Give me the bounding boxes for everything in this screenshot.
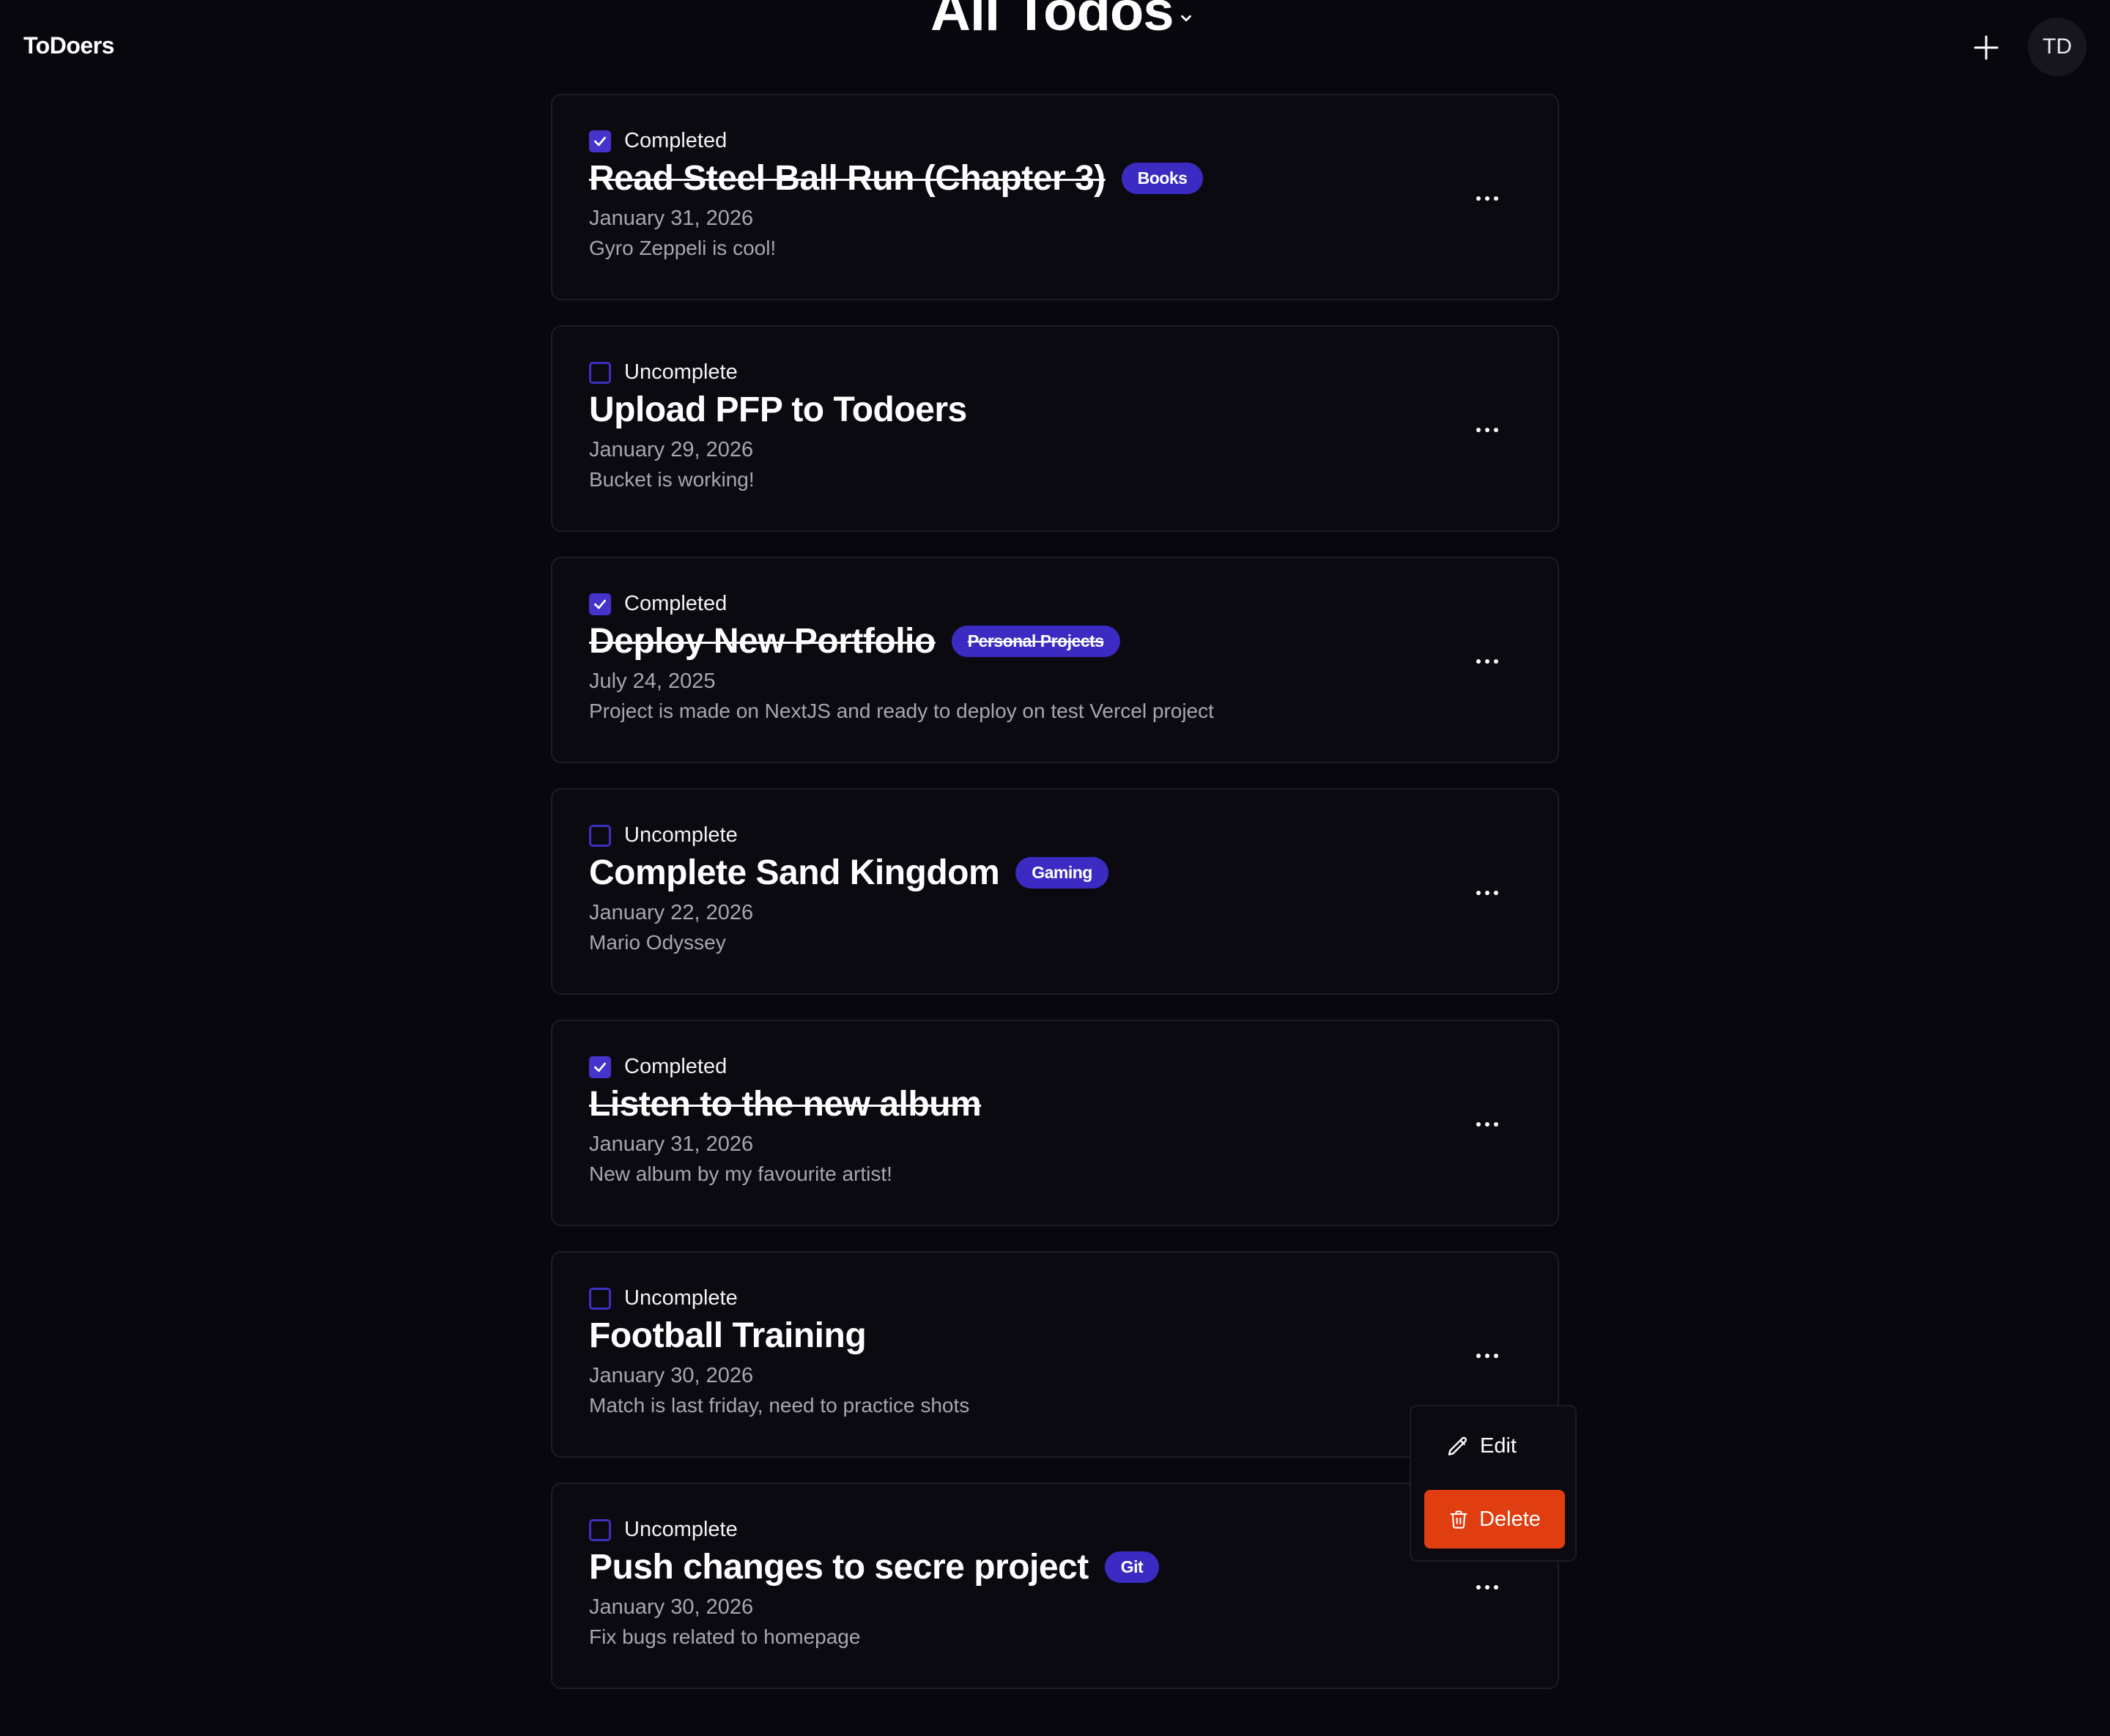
todo-status-label: Completed (624, 1055, 728, 1078)
ellipsis-dot (1494, 196, 1498, 201)
checkbox-checked[interactable] (589, 130, 611, 152)
ellipsis-dot (1494, 1585, 1498, 1590)
todo-status-label: Completed (624, 592, 728, 615)
todo-tag: Books (1121, 163, 1204, 194)
todo-date: January 30, 2026 (589, 1364, 754, 1387)
ellipsis-icon (1476, 659, 1481, 664)
more-options-button[interactable] (1461, 876, 1514, 910)
ellipsis-icon (1476, 196, 1481, 201)
ellipsis-icon (1476, 428, 1481, 432)
todo-date: July 24, 2025 (589, 669, 716, 693)
checkbox-unchecked[interactable] (589, 361, 611, 384)
delete-button[interactable]: Delete (1424, 1490, 1565, 1548)
check-icon (594, 136, 606, 146)
todo-date: January 31, 2026 (589, 1132, 754, 1156)
todo-title: Upload PFP to Todoers (589, 390, 967, 429)
todo-description: Bucket is working! (589, 468, 755, 491)
trash-icon (1450, 1510, 1467, 1529)
plus-icon (1974, 35, 1999, 60)
todo-status-label: Uncomplete (624, 1518, 738, 1541)
todo-status-label: Uncomplete (624, 823, 738, 847)
checkbox-checked[interactable] (589, 593, 611, 615)
todo-title: Deploy New Portfolio (589, 622, 936, 661)
todo-status-toggle[interactable]: Completed (589, 1055, 727, 1079)
todo-tag: Git (1104, 1551, 1160, 1583)
chevron-down-icon (1180, 15, 1191, 22)
todo-card: Uncomplete Upload PFP to Todoers January… (551, 325, 1559, 532)
todo-title: Listen to the new album (589, 1085, 982, 1124)
todo-date: January 31, 2026 (589, 207, 754, 230)
edit-label: Edit (1480, 1434, 1517, 1458)
user-avatar[interactable]: TD (2028, 18, 2087, 76)
ellipsis-dot (1494, 428, 1498, 432)
ellipsis-dot (1494, 1354, 1498, 1358)
todo-status-toggle[interactable]: Uncomplete (589, 1286, 738, 1310)
todo-tag: Gaming (1015, 857, 1108, 889)
todo-status-toggle[interactable]: Completed (589, 592, 727, 616)
todo-description: Mario Odyssey (589, 931, 726, 954)
todo-status-toggle[interactable]: Uncomplete (589, 360, 738, 385)
delete-label: Delete (1479, 1507, 1541, 1531)
todo-title: Complete Sand Kingdom (589, 853, 1000, 892)
brand-logo[interactable]: ToDoers (23, 32, 114, 59)
more-options-button[interactable] (1461, 413, 1514, 447)
page-title[interactable]: All Todos (930, 0, 1194, 40)
check-icon (594, 599, 606, 609)
ellipsis-dot (1485, 1122, 1489, 1127)
checkbox-unchecked[interactable] (589, 1518, 611, 1541)
ellipsis-dot (1485, 428, 1489, 432)
ellipsis-icon (1476, 1122, 1481, 1127)
todo-status-label: Uncomplete (624, 360, 738, 384)
todo-title: Read Steel Ball Run (Chapter 3) (589, 159, 1106, 198)
more-options-button[interactable] (1461, 645, 1514, 678)
todo-description: New album by my favourite artist! (589, 1162, 892, 1185)
todo-card: Completed Read Steel Ball Run (Chapter 3… (551, 94, 1559, 300)
ellipsis-dot (1485, 1354, 1489, 1358)
ellipsis-icon (1476, 1354, 1481, 1358)
page-title-text: All Todos (930, 0, 1174, 42)
todo-date: January 22, 2026 (589, 901, 754, 924)
todo-status-label: Completed (624, 129, 728, 152)
more-options-button[interactable] (1461, 1108, 1514, 1141)
todo-status-toggle[interactable]: Uncomplete (589, 1518, 738, 1542)
ellipsis-dot (1494, 891, 1498, 895)
ellipsis-dot (1485, 1585, 1489, 1590)
todo-status-label: Uncomplete (624, 1286, 738, 1310)
todo-context-menu: Edit Delete (1410, 1405, 1577, 1562)
ellipsis-dot (1485, 196, 1489, 201)
ellipsis-dot (1494, 659, 1498, 664)
todo-list: Completed Read Steel Ball Run (Chapter 3… (551, 94, 1559, 1714)
more-options-button[interactable] (1461, 1339, 1514, 1373)
ellipsis-dot (1485, 659, 1489, 664)
checkbox-unchecked[interactable] (589, 1287, 611, 1310)
todo-card: Uncomplete Complete Sand Kingdom Gaming … (551, 788, 1559, 995)
ellipsis-icon (1476, 1585, 1481, 1590)
todo-card: Completed Deploy New Portfolio Personal … (551, 557, 1559, 763)
todo-title: Football Training (589, 1316, 867, 1355)
todo-title: Push changes to secre project (589, 1548, 1089, 1587)
todo-date: January 30, 2026 (589, 1595, 754, 1619)
more-options-button[interactable] (1461, 182, 1514, 215)
todo-card: Completed Listen to the new album Januar… (551, 1020, 1559, 1226)
todo-description: Gyro Zeppeli is cool! (589, 237, 777, 259)
ellipsis-dot (1494, 1122, 1498, 1127)
todo-description: Fix bugs related to homepage (589, 1625, 861, 1648)
todo-description: Match is last friday, need to practice s… (589, 1394, 970, 1417)
todo-card: Uncomplete Push changes to secre project… (551, 1483, 1559, 1689)
todo-tag: Personal Projects (951, 626, 1120, 657)
todo-status-toggle[interactable]: Completed (589, 129, 727, 153)
add-todo-button[interactable] (1968, 29, 2004, 66)
todo-card: Uncomplete Football Training January 30,… (551, 1251, 1559, 1458)
checkbox-checked[interactable] (589, 1056, 611, 1078)
pencil-icon (1448, 1436, 1467, 1455)
todo-date: January 29, 2026 (589, 438, 754, 461)
checkbox-unchecked[interactable] (589, 824, 611, 847)
ellipsis-icon (1476, 891, 1481, 895)
more-options-button[interactable] (1461, 1570, 1514, 1604)
todo-description: Project is made on NextJS and ready to d… (589, 700, 1214, 722)
check-icon (594, 1062, 606, 1072)
ellipsis-dot (1485, 891, 1489, 895)
edit-button[interactable]: Edit (1446, 1434, 1517, 1458)
todo-status-toggle[interactable]: Uncomplete (589, 823, 738, 847)
